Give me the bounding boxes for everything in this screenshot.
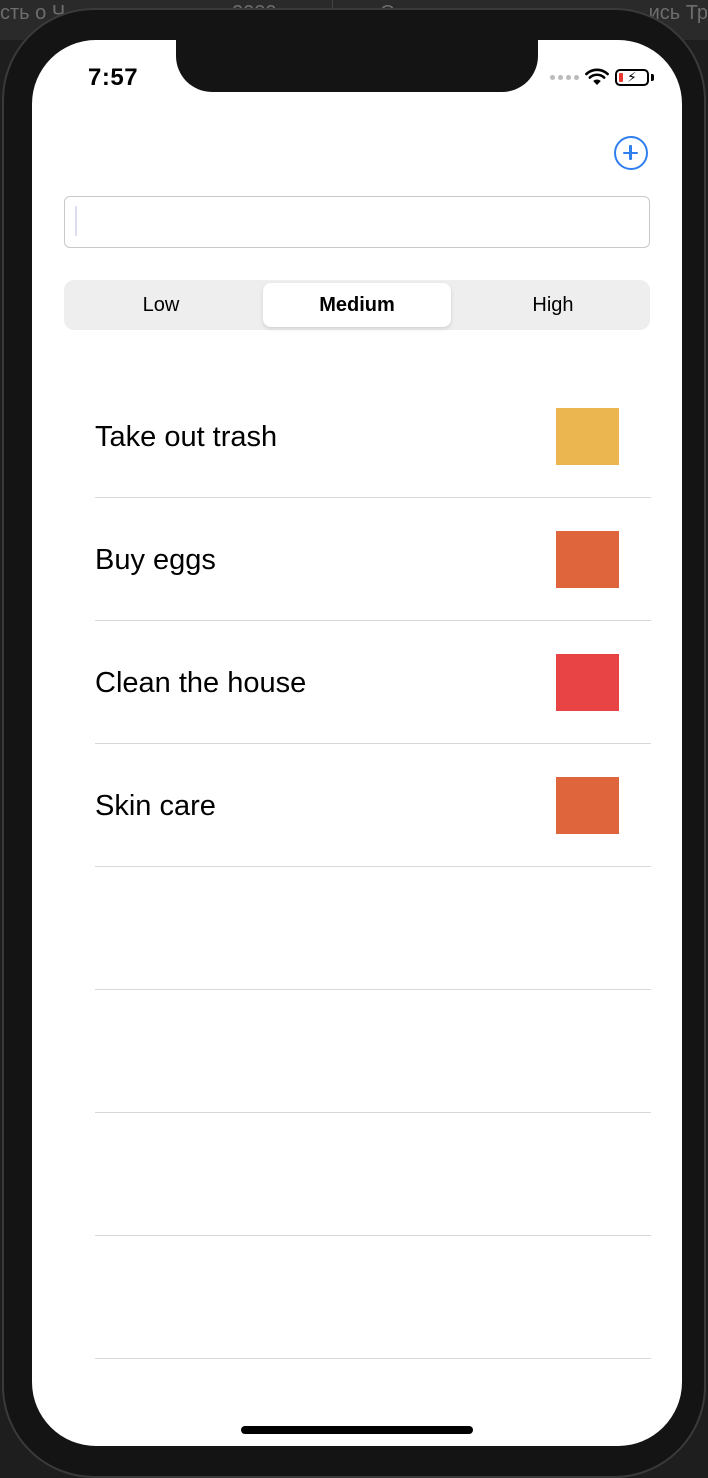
priority-color-swatch [556,408,619,465]
battery-level [619,72,623,82]
empty-table-row [95,990,651,1113]
segment-low[interactable]: Low [67,283,255,327]
task-list: Take out trash Buy eggs Clean the house … [95,375,651,1359]
task-title-input[interactable] [64,196,650,248]
text-caret [75,206,77,236]
task-title: Buy eggs [95,544,216,576]
app-screen: 7:57 ⚡ Low Medium High Take out trash Bu… [32,40,682,1446]
battery-charging-icon: ⚡ [615,68,649,86]
cellular-signal-icon [550,74,579,80]
segment-medium[interactable]: Medium [263,283,451,327]
task-title: Clean the house [95,667,307,699]
table-row[interactable]: Take out trash [95,375,651,498]
priority-color-swatch [556,777,619,834]
priority-color-swatch [556,531,619,588]
task-title: Skin care [95,790,216,822]
priority-color-swatch [556,654,619,711]
empty-table-row [95,1113,651,1236]
table-row[interactable]: Clean the house [95,621,651,744]
empty-table-row [95,1236,651,1359]
battery-cap [651,73,654,81]
add-task-button[interactable] [614,136,648,170]
status-time: 7:57 [88,64,139,91]
home-indicator[interactable] [241,1426,473,1434]
status-indicators: ⚡ [550,68,654,86]
table-row[interactable]: Skin care [95,744,651,867]
device-notch [176,40,538,92]
segment-high[interactable]: High [459,283,647,327]
wifi-icon [585,68,609,85]
task-title: Take out trash [95,421,278,453]
empty-table-row [95,867,651,990]
table-row[interactable]: Buy eggs [95,498,651,621]
priority-segmented-control: Low Medium High [64,280,650,330]
charging-bolt-icon: ⚡ [627,68,637,85]
